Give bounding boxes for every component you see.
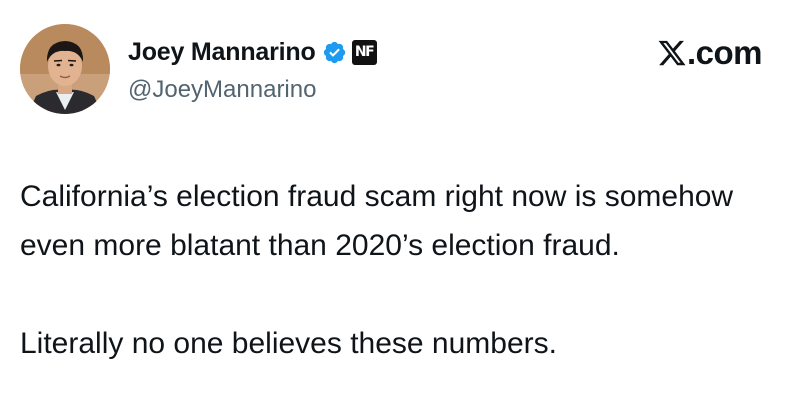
- affiliate-badge[interactable]: NF: [351, 39, 377, 65]
- avatar-photo: [20, 24, 110, 114]
- tweet-paragraph: Literally no one believes these numbers.: [20, 327, 557, 360]
- tweet-paragraph: California’s election fraud scam right n…: [20, 180, 734, 262]
- x-brand: .com: [657, 34, 763, 71]
- author-handle[interactable]: @JoeyMannarino: [128, 76, 316, 104]
- x-domain-text: .com: [686, 34, 763, 71]
- avatar[interactable]: [20, 24, 110, 114]
- tweet-text: California’s election fraud scam right n…: [20, 172, 780, 368]
- x-logo-icon: [657, 38, 687, 68]
- author-name-row: Joey Mannarino NF: [128, 34, 377, 70]
- verified-badge-icon: [322, 40, 347, 65]
- author-display-name[interactable]: Joey Mannarino: [128, 38, 316, 67]
- tweet-card: Joey Mannarino NF @JoeyMannarino .com Ca…: [0, 0, 800, 413]
